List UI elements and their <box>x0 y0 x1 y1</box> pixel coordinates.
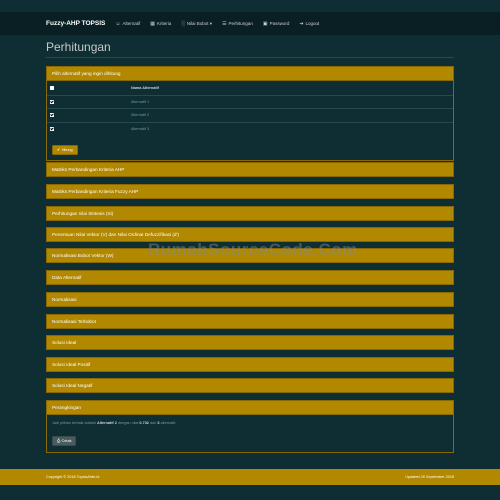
column-header: Nama Alternatif <box>131 85 159 90</box>
footer: Copyright © 2018 TopsisAhbr.Id Updated 2… <box>0 469 500 485</box>
nav-item-alternatif[interactable]: ☺ Alternatif <box>115 21 140 27</box>
best-value: 0.732 <box>139 421 149 425</box>
footer-copyright: Copyright © 2018 TopsisAhbr.Id <box>46 475 100 479</box>
navbar: Fuzzy-AHP TOPSIS ☺ Alternatif ▦ Kriteria… <box>0 12 500 35</box>
alternative-count: 3 <box>157 421 160 425</box>
alternative-name: Alternatif 1 <box>131 99 150 104</box>
button-row: ⎙ Cetak <box>47 429 453 452</box>
panel-heading: Normalisasi Terbobot <box>52 319 96 324</box>
lock-icon: ▣ <box>262 20 268 27</box>
alternatives-table: Nama Alternatif Alternatif 1 Alternatif … <box>47 81 453 135</box>
panel-body: Jadi pilihan terbaik adalah Alternatif 2… <box>47 414 453 452</box>
select-alternatives-panel: Pilih alternatif yang ingin dihitung Nam… <box>46 66 454 161</box>
footer-updated: Updated 26 September 2018 <box>405 475 454 479</box>
panel-heading: Solusi Ideal Positif <box>52 362 91 367</box>
section-panel[interactable]: Matriks Perbandingan Kriteria AHP <box>46 162 454 177</box>
panel-heading: Normalisasi <box>52 297 77 302</box>
user-icon: ☺ <box>115 20 121 27</box>
result-prefix: Jadi pilihan terbaik adalah <box>52 421 96 425</box>
panel-heading: Solusi Ideal <box>52 340 77 345</box>
brand-link[interactable]: Fuzzy-AHP TOPSIS <box>46 20 105 27</box>
check-icon: ✔ <box>57 148 61 152</box>
title-divider <box>46 57 454 58</box>
nav-item-kriteria[interactable]: ▦ Kriteria <box>150 21 171 27</box>
row-checkbox[interactable] <box>50 113 54 118</box>
button-row: ✔ Hitung <box>47 135 453 160</box>
cetak-button[interactable]: ⎙ Cetak <box>52 436 77 446</box>
section-panel[interactable]: Matriks Perbandingan Kriteria Fuzzy AHP <box>46 184 454 199</box>
nav-item-password[interactable]: ▣ Password <box>263 21 290 27</box>
section-panel[interactable]: Solusi Ideal <box>46 335 454 350</box>
table-row: Alternatif 3 <box>47 121 453 136</box>
page-title: Perhitungan <box>46 40 111 54</box>
nav-item-label: Password <box>269 21 290 26</box>
nav-item-label: Nilai Bobot ▾ <box>186 20 213 26</box>
ranking-result-text: Jadi pilihan terbaik adalah Alternatif 2… <box>47 415 453 429</box>
grid-icon: ▦ <box>150 20 155 27</box>
panel-heading: Data Alternatif <box>52 275 82 280</box>
result-mid: dengan nilai <box>117 421 139 425</box>
watermark-text: RumahSourceCode.Com <box>148 240 358 259</box>
section-panel[interactable]: Perhitungan nilai Sintesis (Si) <box>46 206 454 221</box>
select-all-checkbox[interactable] <box>50 85 54 90</box>
panel-heading: Perhitungan nilai Sintesis (Si) <box>52 211 114 216</box>
nav-item-label: Alternatif <box>122 21 141 26</box>
alternative-name: Alternatif 3 <box>131 126 150 131</box>
section-panel[interactable]: Solusi Ideal Negatif <box>46 378 454 393</box>
section-panel[interactable]: Normalisasi Terbobot <box>46 314 454 329</box>
result-suffix: alternatif. <box>160 421 177 425</box>
bar-chart-icon: ░ <box>181 20 185 27</box>
hitung-button[interactable]: ✔ Hitung <box>52 144 78 155</box>
alternative-name: Alternatif 2 <box>131 113 150 118</box>
result-of: dari <box>150 421 157 425</box>
section-panel[interactable]: Solusi Ideal Positif <box>46 357 454 372</box>
cetak-button-label: Cetak <box>61 439 72 443</box>
panel-heading: Pilih alternatif yang ingin dihitung <box>52 71 121 76</box>
section-panel[interactable]: Normalisasi <box>46 292 454 307</box>
print-icon: ⎙ <box>57 439 61 443</box>
nav-item-logout[interactable]: ➜ Logout <box>299 21 319 27</box>
nav-item-label: Kriteria <box>156 21 172 26</box>
row-checkbox[interactable] <box>50 99 54 104</box>
list-icon: ☰ <box>222 20 227 27</box>
hitung-button-label: Hitung <box>61 147 73 152</box>
nav-item-nilai-bobot[interactable]: ░ Nilai Bobot ▾ <box>181 21 212 27</box>
ranking-panel: Perangkingan Jadi pilihan terbaik adalah… <box>46 400 454 453</box>
panel-heading: Matriks Perbandingan Kriteria AHP <box>52 167 125 172</box>
panel-heading: Matriks Perbandingan Kriteria Fuzzy AHP <box>52 189 139 194</box>
page: Fuzzy-AHP TOPSIS ☺ Alternatif ▦ Kriteria… <box>0 0 500 500</box>
panel-heading: Solusi Ideal Negatif <box>52 383 93 388</box>
table-header-row: Nama Alternatif <box>47 81 453 95</box>
panel-heading: Perangkingan <box>52 405 81 410</box>
nav-item-perhitungan[interactable]: ☰ Perhitungan <box>222 21 253 27</box>
table-row: Alternatif 1 <box>47 94 453 109</box>
table-row: Alternatif 2 <box>47 108 453 122</box>
row-checkbox[interactable] <box>50 126 54 131</box>
nav-item-label: Perhitungan <box>228 21 253 26</box>
nav-item-label: Logout <box>305 21 320 26</box>
logout-icon: ➜ <box>299 20 304 27</box>
panel-body: Nama Alternatif Alternatif 1 Alternatif … <box>47 80 453 160</box>
section-panel[interactable]: Data Alternatif <box>46 270 454 285</box>
best-alternative: Alternatif 2 <box>96 421 117 425</box>
